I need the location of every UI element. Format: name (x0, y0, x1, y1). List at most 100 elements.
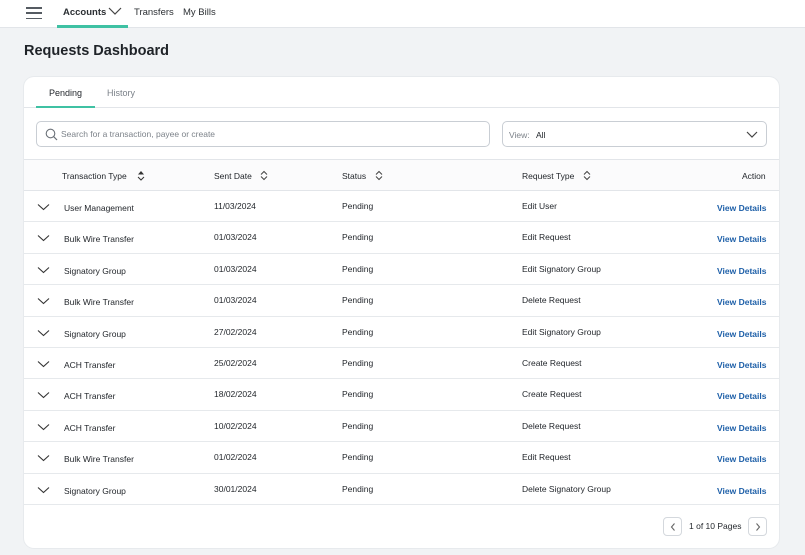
cell-sent-date: 11/03/2024 (214, 201, 256, 211)
tab-pending[interactable]: Pending (49, 88, 82, 98)
cell-sent-date: 01/03/2024 (214, 295, 257, 306)
sort-icon[interactable] (260, 170, 268, 181)
cell-request-type: Edit Signatory Group (522, 326, 601, 337)
pagination: 1 of 10 Pages (663, 517, 767, 536)
page-indicator: 1 of 10 Pages (689, 521, 742, 531)
nav-my-bills[interactable]: My Bills (183, 7, 216, 18)
nav-transfers[interactable]: Transfers (134, 7, 174, 18)
column-header-sent-date[interactable]: Sent Date (214, 170, 268, 181)
cell-transaction-type: ACH Transfer (64, 391, 116, 402)
column-header-request-type[interactable]: Request Type (522, 170, 591, 181)
cell-transaction-type: Signatory Group (64, 328, 126, 339)
cell-transaction-type: ACH Transfer (64, 422, 116, 433)
view-details-link[interactable]: View Details (717, 297, 766, 307)
cell-sent-date: 18/02/2024 (214, 389, 257, 400)
expand-chevron-icon[interactable] (37, 297, 50, 305)
cell-request-type: Edit Request (522, 232, 571, 243)
table-row[interactable]: Bulk Wire Transfer 01/03/2024 Pending Ed… (24, 222, 779, 254)
view-details-link[interactable]: View Details (717, 391, 766, 401)
page-title: Requests Dashboard (24, 43, 170, 59)
cell-sent-date: 25/02/2024 (214, 357, 257, 368)
cell-request-type: Edit Signatory Group (522, 263, 601, 274)
view-details-link[interactable]: View Details (717, 203, 766, 213)
view-select[interactable]: View: All (502, 121, 767, 147)
cell-request-type: Delete Request (522, 420, 581, 431)
expand-chevron-icon[interactable] (37, 454, 50, 462)
sort-active-icon[interactable] (137, 170, 145, 181)
expand-chevron-icon[interactable] (37, 329, 50, 337)
cell-sent-date: 01/03/2024 (214, 263, 257, 274)
cell-transaction-type: Signatory Group (64, 485, 126, 496)
cell-transaction-type: User Management (64, 203, 134, 213)
view-details-link[interactable]: View Details (717, 423, 766, 433)
view-details-link[interactable]: View Details (717, 486, 766, 496)
nav-accounts[interactable]: Accounts (63, 7, 106, 18)
cell-transaction-type: Bulk Wire Transfer (64, 454, 134, 465)
cell-sent-date: 27/02/2024 (214, 326, 257, 337)
hamburger-icon[interactable] (26, 7, 42, 19)
table-row[interactable]: Bulk Wire Transfer 01/03/2024 Pending De… (24, 285, 779, 317)
column-header-action: Action (742, 171, 766, 181)
cell-status: Pending (342, 201, 374, 211)
nav-active-indicator (57, 25, 128, 28)
view-details-link[interactable]: View Details (717, 266, 766, 276)
cell-sent-date: 10/02/2024 (214, 420, 257, 431)
expand-chevron-icon[interactable] (37, 486, 50, 494)
cell-request-type: Delete Request (522, 295, 581, 306)
table-row[interactable]: ACH Transfer 10/02/2024 Pending Delete R… (24, 411, 779, 443)
column-header-transaction-type[interactable]: Transaction Type (62, 171, 145, 181)
cell-sent-date: 01/02/2024 (214, 452, 257, 463)
cell-status: Pending (342, 232, 374, 243)
cell-status: Pending (342, 263, 374, 274)
column-header-label: Transaction Type (62, 171, 127, 181)
column-header-label: Request Type (522, 171, 575, 181)
next-page-button[interactable] (748, 517, 767, 536)
tab-active-indicator (36, 106, 95, 108)
cell-sent-date: 01/03/2024 (214, 232, 257, 243)
chevron-left-icon (670, 523, 675, 531)
cell-status: Pending (342, 420, 374, 431)
cell-request-type: Create Request (522, 357, 582, 368)
table-header: Transaction Type Sent Date Status Reques… (24, 159, 779, 191)
cell-request-type: Edit User (522, 201, 557, 211)
view-details-link[interactable]: View Details (717, 234, 766, 244)
column-header-status[interactable]: Status (342, 170, 383, 181)
cell-transaction-type: ACH Transfer (64, 359, 116, 370)
view-details-link[interactable]: View Details (717, 454, 766, 464)
view-details-link[interactable]: View Details (717, 329, 766, 339)
expand-chevron-icon[interactable] (37, 266, 50, 274)
top-nav: Accounts Transfers My Bills (0, 0, 805, 28)
chevron-down-icon[interactable] (108, 6, 122, 16)
cell-transaction-type: Bulk Wire Transfer (64, 297, 134, 308)
requests-card: Pending History View: All Transaction Ty… (24, 77, 779, 548)
cell-status: Pending (342, 295, 374, 306)
expand-chevron-icon[interactable] (37, 423, 50, 431)
expand-chevron-icon[interactable] (37, 203, 50, 211)
column-header-label: Status (342, 171, 367, 181)
search-box (36, 121, 490, 147)
tab-history[interactable]: History (107, 88, 135, 98)
cell-status: Pending (342, 357, 374, 368)
table-row[interactable]: Bulk Wire Transfer 01/02/2024 Pending Ed… (24, 442, 779, 474)
expand-chevron-icon[interactable] (37, 360, 50, 368)
sort-icon[interactable] (375, 170, 383, 181)
prev-page-button[interactable] (663, 517, 682, 536)
table-row[interactable]: Signatory Group 30/01/2024 Pending Delet… (24, 474, 779, 505)
cell-request-type: Delete Signatory Group (522, 483, 611, 494)
cell-sent-date: 30/01/2024 (214, 483, 257, 494)
search-input[interactable] (61, 126, 481, 142)
view-details-link[interactable]: View Details (717, 360, 766, 370)
view-select-value: All (536, 130, 546, 140)
table-row[interactable]: Signatory Group 27/02/2024 Pending Edit … (24, 317, 779, 348)
search-icon (45, 128, 58, 141)
table-row[interactable]: ACH Transfer 18/02/2024 Pending Create R… (24, 379, 779, 411)
cell-request-type: Create Request (522, 389, 582, 400)
expand-chevron-icon[interactable] (37, 391, 50, 399)
sort-icon[interactable] (583, 170, 591, 181)
expand-chevron-icon[interactable] (37, 234, 50, 242)
table-row[interactable]: Signatory Group 01/03/2024 Pending Edit … (24, 254, 779, 286)
table-row[interactable]: User Management 11/03/2024 Pending Edit … (24, 191, 779, 223)
cell-transaction-type: Signatory Group (64, 265, 126, 276)
table-row[interactable]: ACH Transfer 25/02/2024 Pending Create R… (24, 348, 779, 380)
table-body: User Management 11/03/2024 Pending Edit … (24, 191, 779, 505)
